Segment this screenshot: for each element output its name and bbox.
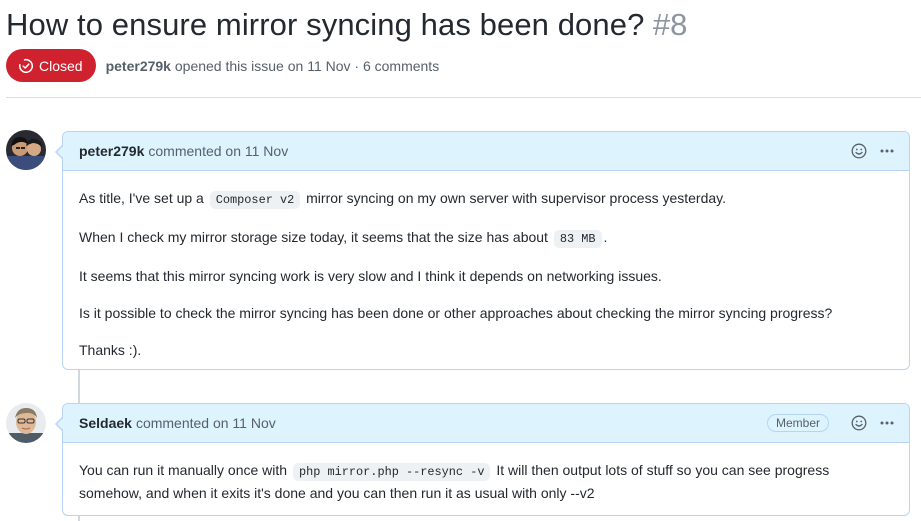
inline-code: php mirror.php --resync -v xyxy=(292,463,491,481)
comment-peter279k: peter279k commented on 11 Nov As title, … xyxy=(55,131,910,370)
comment-paragraph: As title, I've set up a Composer v2 mirr… xyxy=(79,188,893,211)
comment-header: peter279k commented on 11 Nov xyxy=(63,132,909,171)
comment-paragraph: Is it possible to check the mirror synci… xyxy=(79,305,833,321)
inline-code: Composer v2 xyxy=(209,191,301,209)
smiley-icon[interactable] xyxy=(849,413,869,433)
issue-title: How to ensure mirror syncing has been do… xyxy=(6,7,645,42)
comment-actions xyxy=(841,141,897,161)
issue-title-row: How to ensure mirror syncing has been do… xyxy=(6,2,916,48)
comment-author[interactable]: peter279k xyxy=(79,143,144,159)
issue-closed-icon xyxy=(18,58,34,73)
text-segment: You can run it manually once with xyxy=(79,462,288,478)
issue-meta-text: peter279k opened this issue on 11 Nov · … xyxy=(106,58,440,74)
kebab-horizontal-icon[interactable] xyxy=(877,141,897,161)
comment-seldaek: Seldaek commented on 11 Nov Member You c… xyxy=(55,403,910,516)
comment-author[interactable]: Seldaek xyxy=(79,415,132,431)
state-badge: Closed xyxy=(6,49,96,82)
comment-body: As title, I've set up a Composer v2 mirr… xyxy=(63,171,909,361)
timeline-connector xyxy=(78,516,80,521)
comment-paragraph: Thanks :). xyxy=(79,342,142,358)
header-divider xyxy=(6,97,921,98)
state-label: Closed xyxy=(39,57,83,74)
comment-timestamp[interactable]: commented on 11 Nov xyxy=(148,143,288,159)
issue-meta-suffix: opened this issue on 11 Nov · 6 comments xyxy=(174,57,440,74)
avatar-peter279k[interactable] xyxy=(6,130,46,170)
kebab-horizontal-icon[interactable] xyxy=(877,413,897,433)
comment-paragraph: When I check my mirror storage size toda… xyxy=(79,227,893,250)
text-segment: When I check my mirror storage size toda… xyxy=(79,229,548,245)
comment-timestamp[interactable]: commented on 11 Nov xyxy=(136,415,276,431)
comment-body: You can run it manually once with php mi… xyxy=(63,443,909,504)
timeline-connector xyxy=(78,370,80,404)
text-segment: As title, I've set up a xyxy=(79,190,204,206)
smiley-icon[interactable] xyxy=(849,141,869,161)
issue-meta: Closed peter279k opened this issue on 11… xyxy=(6,49,439,82)
comment-paragraph: It seems that this mirror syncing work i… xyxy=(79,268,662,284)
text-segment: . xyxy=(603,229,608,245)
issue-number: #8 xyxy=(652,7,688,42)
comment-paragraph: You can run it manually once with php mi… xyxy=(79,460,893,504)
inline-code: 83 MB xyxy=(553,230,602,248)
comment-actions: Member xyxy=(766,413,897,433)
avatar-seldaek[interactable] xyxy=(6,403,46,443)
comment-header: Seldaek commented on 11 Nov Member xyxy=(63,404,909,443)
text-segment: mirror syncing on my own server with sup… xyxy=(306,190,727,206)
member-badge: Member xyxy=(766,414,829,432)
issue-author-link[interactable]: peter279k xyxy=(106,58,171,74)
